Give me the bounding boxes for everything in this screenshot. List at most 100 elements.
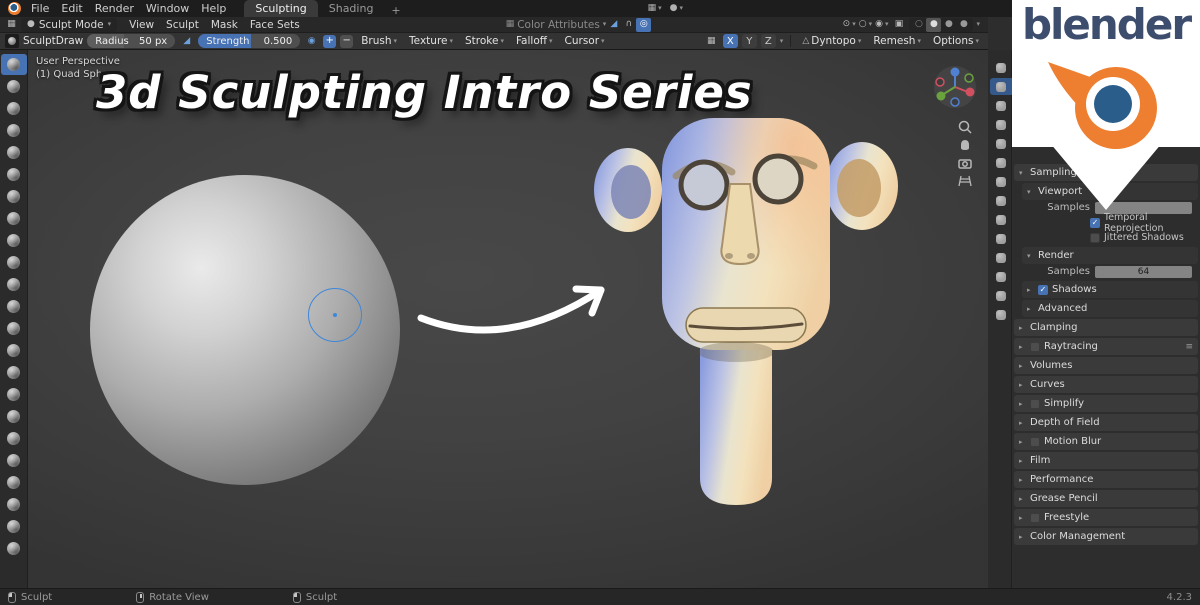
panel-simplify[interactable]: ▸ Simplify <box>1014 395 1198 412</box>
dyntopo-menu[interactable]: △ Dyntopo ▾ <box>798 35 865 47</box>
blender-app-icon[interactable] <box>8 2 21 15</box>
menu-help[interactable]: Help <box>195 0 232 17</box>
tool-grab[interactable] <box>1 384 27 405</box>
3d-viewport[interactable]: User Perspective (1) Quad Sphere 3d Scul… <box>28 50 988 588</box>
panel-motion-blur[interactable]: ▸ Motion Blur <box>1014 433 1198 450</box>
shading-wireframe-button[interactable]: ○ <box>911 18 926 32</box>
view-layer-selector[interactable]: ● ▾ <box>670 4 683 13</box>
tool-layer[interactable] <box>1 164 27 185</box>
tool-draw-sharp[interactable] <box>1 76 27 97</box>
subtract-mode-button[interactable]: − <box>340 35 353 48</box>
tab-scene[interactable] <box>990 135 1012 152</box>
tab-material[interactable] <box>990 287 1012 304</box>
tool-pose[interactable] <box>1 472 27 493</box>
cursor-menu[interactable]: Cursor ▾ <box>561 35 609 47</box>
tool-flatten[interactable] <box>1 274 27 295</box>
tool-inflate[interactable] <box>1 186 27 207</box>
show-hide-menu[interactable]: ⊙ ▾ <box>843 20 856 29</box>
proportional-edit-button[interactable]: ◎ <box>636 18 651 32</box>
radius-slider[interactable]: Radius 50 px <box>87 34 175 48</box>
navigation-gizmo[interactable] <box>932 64 978 110</box>
scene-selector[interactable]: ▦ ▾ <box>648 4 662 13</box>
falloff-menu[interactable]: Falloff ▾ <box>512 35 557 47</box>
panel-advanced[interactable]: ▸ Advanced <box>1022 300 1198 317</box>
mode-selector[interactable]: ● Sculpt Mode ▾ <box>21 18 117 32</box>
menu-render[interactable]: Render <box>89 0 140 17</box>
tab-object-data[interactable] <box>990 268 1012 285</box>
snap-button[interactable]: ∩ <box>621 18 636 32</box>
tool-clay-strips[interactable] <box>1 120 27 141</box>
tool-clay[interactable] <box>1 98 27 119</box>
panel-color-management[interactable]: ▸ Color Management <box>1014 528 1198 545</box>
tool-thumb[interactable] <box>1 450 27 471</box>
tab-render[interactable] <box>990 78 1012 95</box>
menu-sculpt[interactable]: Sculpt <box>160 17 205 33</box>
tool-crease[interactable] <box>1 230 27 251</box>
tool-nudge[interactable] <box>1 494 27 515</box>
radius-pressure-button[interactable]: ◢ <box>179 34 194 48</box>
tab-constraints[interactable] <box>990 249 1012 266</box>
tab-modifiers[interactable] <box>990 192 1012 209</box>
panel-performance[interactable]: ▸ Performance <box>1014 471 1198 488</box>
tab-texture[interactable] <box>990 306 1012 323</box>
tool-draw[interactable] <box>1 54 27 75</box>
tool-slide-relax[interactable] <box>1 516 27 537</box>
panel-freestyle[interactable]: ▸ Freestyle <box>1014 509 1198 526</box>
render-samples-field[interactable]: 64 <box>1095 266 1192 278</box>
mirror-x-toggle[interactable]: X <box>723 34 738 48</box>
freestyle-checkbox[interactable] <box>1030 513 1040 523</box>
panel-shadows[interactable]: ▸ ✓ Shadows <box>1022 281 1198 298</box>
menu-edit[interactable]: Edit <box>55 0 88 17</box>
workspace-tab-sculpting[interactable]: Sculpting <box>244 0 317 17</box>
panel-film[interactable]: ▸ Film <box>1014 452 1198 469</box>
menu-file[interactable]: File <box>25 0 55 17</box>
tool-smooth[interactable] <box>1 252 27 273</box>
strength-slider[interactable]: Strength 0.500 <box>198 34 300 48</box>
tab-particles[interactable] <box>990 211 1012 228</box>
zoom-button[interactable] <box>956 118 974 136</box>
jittered-shadows-checkbox[interactable] <box>1090 233 1100 243</box>
tab-output[interactable] <box>990 97 1012 114</box>
panel-menu-icon[interactable]: ≡ <box>1185 342 1193 352</box>
tab-view-layer[interactable] <box>990 116 1012 133</box>
options-menu[interactable]: Options ▾ <box>929 35 983 47</box>
panel-depth-of-field[interactable]: ▸ Depth of Field <box>1014 414 1198 431</box>
shading-rendered-button[interactable]: ● <box>956 18 971 32</box>
shadows-checkbox[interactable]: ✓ <box>1038 285 1048 295</box>
xray-toggle[interactable]: ▣ <box>891 18 906 32</box>
panel-grease-pencil[interactable]: ▸ Grease Pencil <box>1014 490 1198 507</box>
simplify-checkbox[interactable] <box>1030 399 1040 409</box>
gizmos-menu[interactable]: ○ ▾ <box>859 20 872 29</box>
mirror-y-toggle[interactable]: Y <box>742 34 757 48</box>
temporal-reprojection-checkbox[interactable]: ✓ <box>1090 218 1100 228</box>
add-mode-button[interactable]: + <box>323 35 336 48</box>
perspective-toggle-button[interactable] <box>956 172 974 190</box>
panel-render-samples[interactable]: ▾ Render <box>1022 247 1198 264</box>
motion-blur-checkbox[interactable] <box>1030 437 1040 447</box>
menu-view[interactable]: View <box>123 17 160 33</box>
strength-pressure-button[interactable]: ◉ <box>304 34 319 48</box>
falloff-shape-button[interactable]: ◢ <box>606 18 621 32</box>
tool-pinch[interactable] <box>1 362 27 383</box>
panel-raytracing[interactable]: ▸ Raytracing ≡ <box>1014 338 1198 355</box>
tab-object[interactable] <box>990 173 1012 190</box>
stroke-menu[interactable]: Stroke ▾ <box>461 35 508 47</box>
shading-material-button[interactable]: ● <box>941 18 956 32</box>
add-workspace-button[interactable]: + <box>384 4 407 17</box>
panel-volumes[interactable]: ▸ Volumes <box>1014 357 1198 374</box>
mirror-z-toggle[interactable]: Z <box>761 34 776 48</box>
shading-solid-button[interactable]: ● <box>926 18 941 32</box>
brush-preview[interactable] <box>5 34 19 48</box>
camera-view-button[interactable] <box>956 154 974 172</box>
tab-world[interactable] <box>990 154 1012 171</box>
chevron-down-icon[interactable]: ▾ <box>780 38 784 45</box>
remesh-menu[interactable]: Remesh ▾ <box>869 35 925 47</box>
tool-multiplane-scrape[interactable] <box>1 340 27 361</box>
tool-fill[interactable] <box>1 296 27 317</box>
menu-mask[interactable]: Mask <box>205 17 244 33</box>
tool-blob[interactable] <box>1 208 27 229</box>
tool-snake-hook[interactable] <box>1 428 27 449</box>
tab-tool[interactable] <box>990 59 1012 76</box>
brush-menu[interactable]: Brush ▾ <box>357 35 401 47</box>
tool-scrape[interactable] <box>1 318 27 339</box>
